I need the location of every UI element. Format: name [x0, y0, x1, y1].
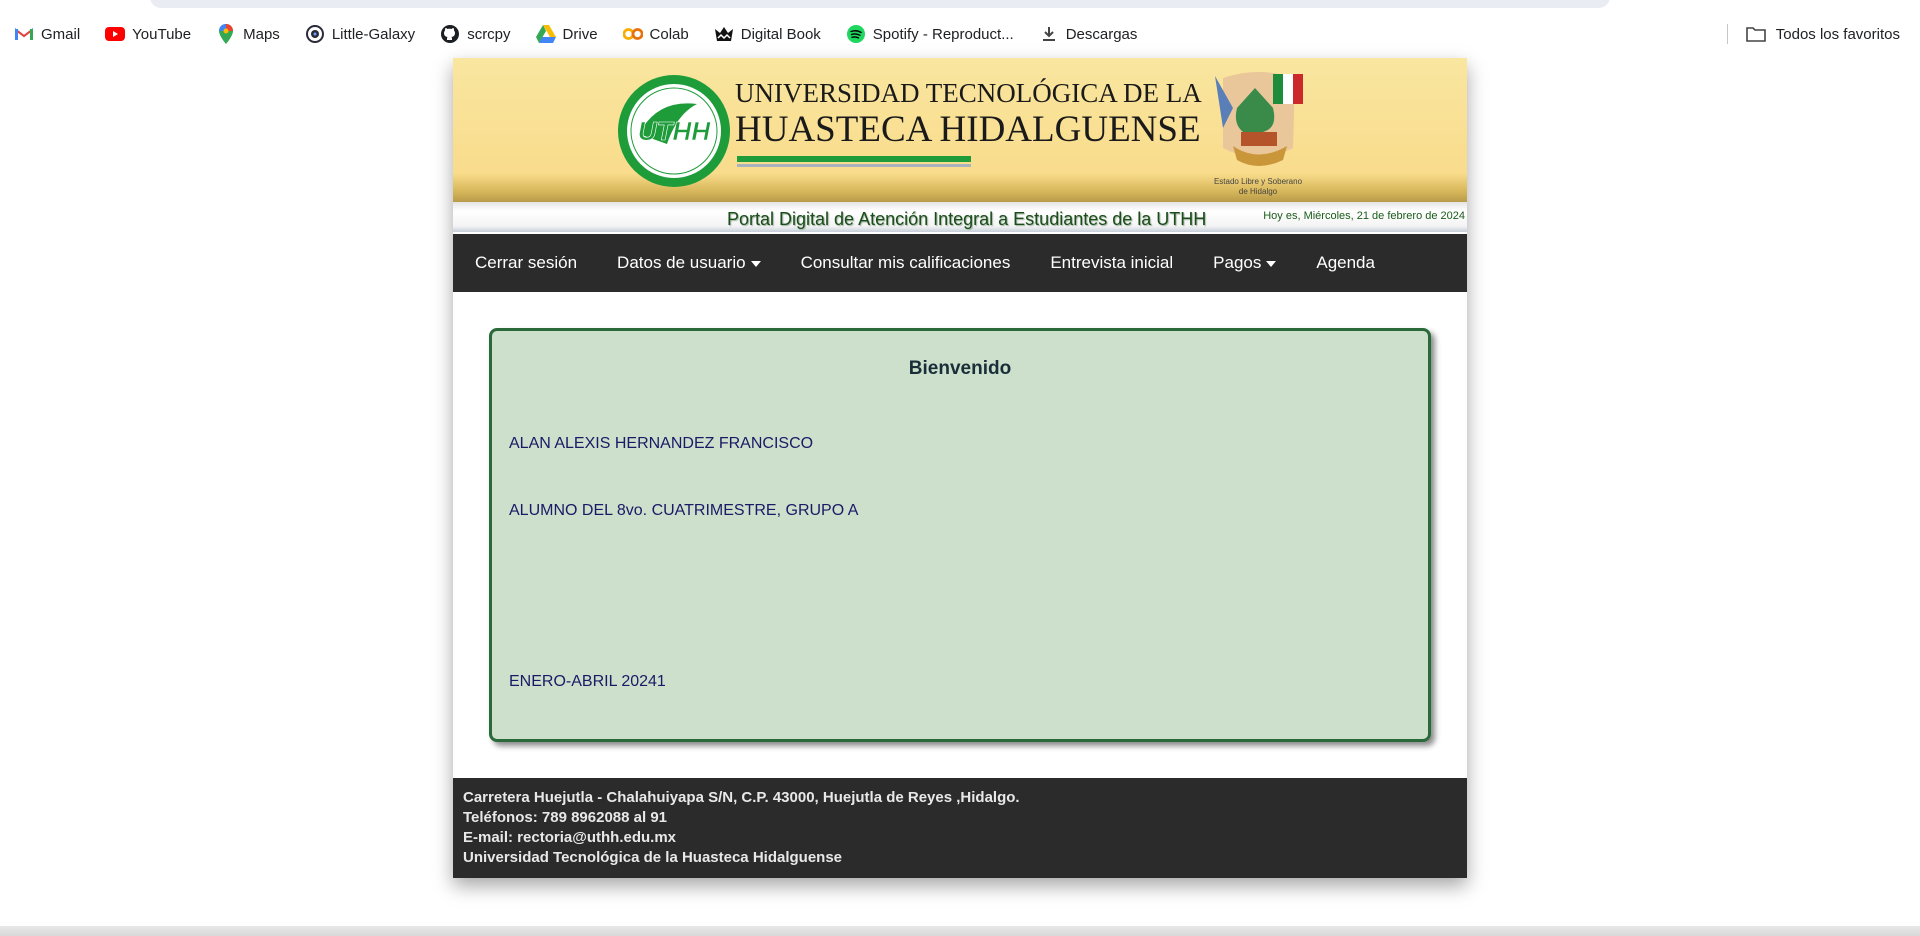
spotify-icon — [846, 24, 866, 44]
current-date: Hoy es, Miércoles, 21 de febrero de 2024 — [1263, 210, 1465, 222]
portal-title: Portal Digital de Atención Integral a Es… — [727, 209, 1207, 229]
bookmark-label: Drive — [562, 25, 598, 43]
university-banner: UTHH UNIVERSIDAD TECNOLÓGICA DE LA HUAST… — [453, 58, 1467, 202]
bookmark-label: Colab — [649, 25, 689, 43]
address-bar[interactable] — [150, 0, 1610, 8]
page-footer: Carretera Huejutla - Chalahuiyapa S/N, C… — [453, 778, 1467, 878]
nav-logout[interactable]: Cerrar sesión — [455, 234, 597, 292]
bookmark-scrcpy[interactable]: scrcpy — [426, 19, 521, 49]
all-bookmarks-button[interactable]: Todos los favoritos — [1726, 14, 1900, 54]
youtube-icon — [105, 24, 126, 44]
footer-address: Carretera Huejutla - Chalahuiyapa S/N, C… — [463, 789, 1020, 806]
bookmark-label: Little-Galaxy — [331, 25, 416, 43]
bookmark-label: Maps — [243, 25, 280, 43]
drive-icon — [535, 24, 556, 44]
github-icon — [440, 24, 460, 44]
all-bookmarks-label: Todos los favoritos — [1775, 25, 1900, 43]
student-name: ALAN ALEXIS HERNANDEZ FRANCISCO — [509, 435, 814, 452]
portal-title-bar: Portal Digital de Atención Integral a Es… — [453, 202, 1467, 232]
nav-agenda[interactable]: Agenda — [1296, 234, 1395, 292]
nav-user-data-label: Datos de usuario — [617, 253, 746, 272]
portal-page: UTHH UNIVERSIDAD TECNOLÓGICA DE LA HUAST… — [453, 58, 1467, 878]
bookmark-descargas[interactable]: Descargas — [1025, 19, 1149, 49]
galaxy-icon — [305, 24, 325, 44]
bookmarks-bar: Gmail YouTube Maps Little-Galaxy scrcpy … — [0, 14, 1920, 54]
nav-grades[interactable]: Consultar mis calificaciones — [781, 234, 1031, 292]
bookmark-drive[interactable]: Drive — [522, 19, 609, 49]
maps-pin-icon — [216, 24, 236, 44]
nav-payments-label: Pagos — [1213, 253, 1262, 272]
nav-initial-interview[interactable]: Entrevista inicial — [1030, 234, 1193, 292]
folder-icon — [1745, 26, 1766, 42]
bookmark-little-galaxy[interactable]: Little-Galaxy — [291, 19, 426, 49]
bottom-edge — [0, 926, 1920, 936]
nav-payments-dropdown[interactable]: Pagos — [1193, 234, 1296, 292]
hidalgo-coat-of-arms: Estado Libre y Soberano de Hidalgo — [1214, 72, 1303, 196]
caret-down-icon — [1266, 261, 1277, 267]
seal-text: UTHH — [638, 116, 711, 146]
bookmark-maps[interactable]: Maps — [202, 19, 291, 49]
footer-email: E-mail: rectoria@uthh.edu.mx — [463, 829, 676, 846]
bookmark-digital-book[interactable]: Digital Book — [700, 19, 832, 49]
colab-icon — [622, 24, 643, 44]
nav-logout-label: Cerrar sesión — [475, 253, 578, 272]
gmail-icon — [14, 24, 34, 44]
uthh-seal-logo: UTHH — [618, 75, 730, 187]
university-name-line2: HUASTECA HIDALGUENSE — [735, 109, 1201, 150]
welcome-panel: Bienvenido ALAN ALEXIS HERNANDEZ FRANCIS… — [489, 328, 1431, 742]
academic-period: ENERO-ABRIL 20241 — [509, 673, 666, 690]
shield-caption-line2: de Hidalgo — [1239, 187, 1278, 196]
banner-green-rule — [737, 156, 971, 162]
bookmarks-separator — [1726, 24, 1728, 44]
digital-book-icon — [714, 24, 734, 44]
shield-caption-line1: Estado Libre y Soberano — [1214, 177, 1303, 186]
bookmark-label: scrcpy — [467, 25, 511, 43]
welcome-heading: Bienvenido — [908, 358, 1012, 379]
bookmark-label: Gmail — [41, 25, 81, 43]
bookmark-label: Digital Book — [740, 25, 821, 43]
caret-down-icon — [750, 261, 761, 267]
bookmark-label: Descargas — [1065, 25, 1138, 43]
nav-agenda-label: Agenda — [1316, 253, 1375, 272]
nav-grades-label: Consultar mis calificaciones — [800, 253, 1011, 272]
bookmark-gmail[interactable]: Gmail — [0, 19, 91, 49]
bookmark-colab[interactable]: Colab — [609, 19, 700, 49]
university-name-line1: UNIVERSIDAD TECNOLÓGICA DE LA — [735, 78, 1202, 108]
footer-phones: Teléfonos: 789 8962088 al 91 — [463, 809, 668, 826]
nav-user-data-dropdown[interactable]: Datos de usuario — [597, 234, 781, 292]
student-info: ALUMNO DEL 8vo. CUATRIMESTRE, GRUPO A — [509, 502, 859, 519]
download-icon — [1039, 24, 1059, 44]
bookmark-spotify[interactable]: Spotify - Reproduct... — [832, 19, 1025, 49]
main-nav: Cerrar sesión Datos de usuario Consultar… — [453, 234, 1467, 292]
nav-interview-label: Entrevista inicial — [1050, 253, 1174, 272]
footer-university-name: Universidad Tecnológica de la Huasteca H… — [463, 849, 843, 866]
bookmark-youtube[interactable]: YouTube — [91, 19, 202, 49]
bookmark-label: Spotify - Reproduct... — [872, 25, 1014, 43]
bookmark-label: YouTube — [132, 25, 192, 43]
banner-gray-rule — [737, 164, 971, 167]
browser-toolbar-edge — [0, 0, 1920, 10]
